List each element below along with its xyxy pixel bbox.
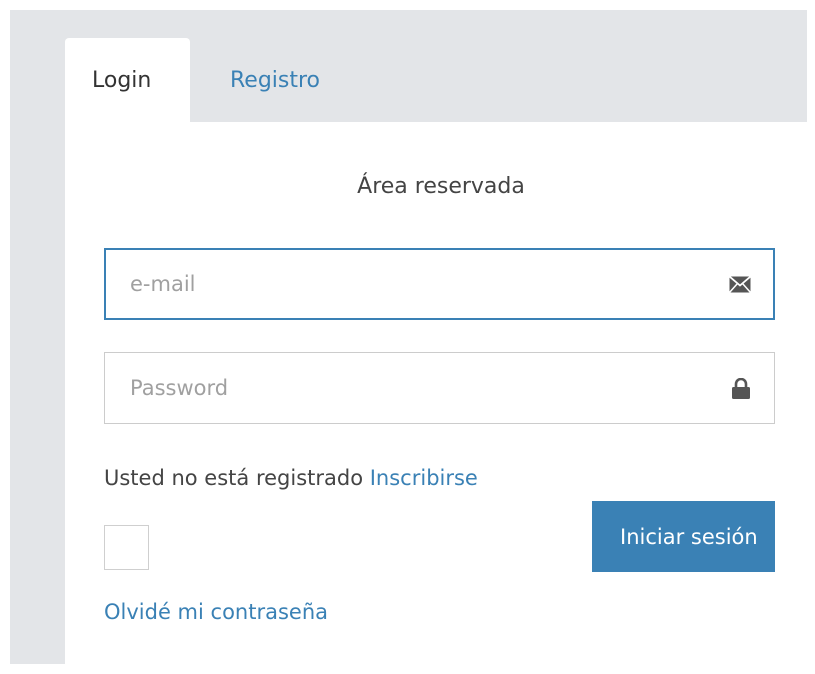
password-field[interactable] <box>104 352 775 424</box>
register-link[interactable]: Inscribirse <box>370 466 478 490</box>
register-prompt-text: Usted no está registrado <box>104 466 370 490</box>
login-panel: Área reservada Usted no está <box>65 122 807 664</box>
email-field[interactable] <box>104 248 775 320</box>
tab-registro[interactable]: Registro <box>190 38 320 122</box>
envelope-icon <box>707 250 773 318</box>
login-tabs: Login Registro <box>65 38 320 122</box>
register-prompt: Usted no está registrado Inscribirse <box>104 466 478 490</box>
login-button[interactable]: Iniciar sesión <box>592 501 775 572</box>
tab-login[interactable]: Login <box>65 38 190 122</box>
tab-login-label: Login <box>92 67 152 93</box>
page-background: Login Registro Área reservada e-mail Ust… <box>10 10 807 664</box>
remember-checkbox[interactable] <box>104 525 149 570</box>
password-input[interactable] <box>105 353 708 423</box>
lock-icon <box>708 353 774 423</box>
tab-registro-label: Registro <box>230 67 321 93</box>
panel-title: Área reservada <box>357 174 525 199</box>
forgot-password-link[interactable]: Olvidé mi contraseña <box>104 600 328 624</box>
email-input[interactable] <box>106 250 707 318</box>
